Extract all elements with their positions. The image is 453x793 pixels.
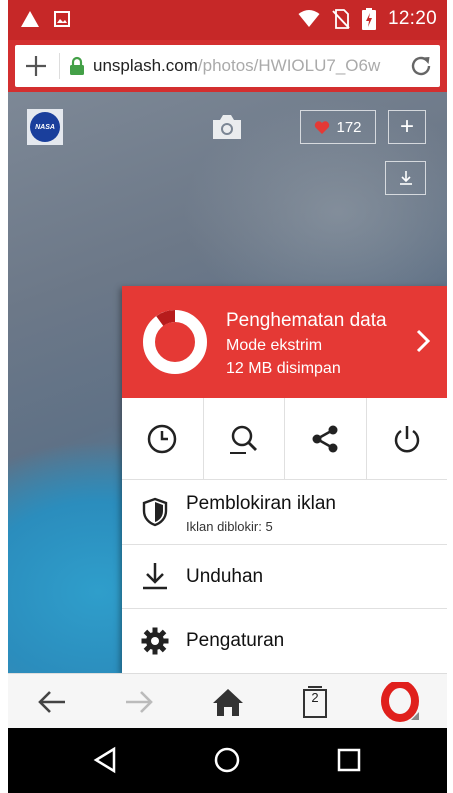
url-field[interactable]: unsplash.com/photos/HWIOLU7_O6w (93, 56, 388, 76)
data-saver-amount: 12 MB disimpan (226, 360, 341, 377)
address-divider (59, 53, 60, 79)
like-button[interactable]: 172 (300, 110, 376, 144)
battery-charging-icon (361, 8, 376, 30)
phone-screen: 12:20 unsplash.com/photos/HWIOLU7_O6w NA… (8, 0, 447, 793)
nav-home-icon[interactable] (211, 744, 243, 776)
image-icon (54, 11, 70, 27)
menu-item-settings[interactable]: Pengaturan (122, 609, 447, 673)
menu-item-label: Unduhan (186, 566, 264, 587)
menu-item-ad-blocking[interactable]: Pemblokiran iklan Iklan diblokir: 5 (122, 480, 447, 545)
home-button[interactable] (208, 682, 248, 722)
url-host: unsplash.com (93, 56, 198, 75)
history-icon (148, 424, 177, 453)
nav-back-icon[interactable] (90, 744, 122, 776)
exit-button[interactable] (367, 398, 448, 479)
no-sim-icon (332, 9, 350, 29)
download-icon (143, 563, 167, 590)
menu-item-subtitle: Iklan diblokir: 5 (186, 519, 273, 534)
data-saver-title: Penghematan data (226, 310, 387, 331)
new-tab-plus-icon[interactable] (21, 51, 51, 81)
tab-count: 2 (311, 690, 319, 705)
download-icon (399, 171, 412, 185)
quick-actions-row (122, 398, 447, 480)
menu-item-label: Pengaturan (186, 630, 285, 651)
clock: 12:20 (387, 8, 437, 29)
address-bar[interactable]: unsplash.com/photos/HWIOLU7_O6w (15, 45, 440, 87)
opera-logo-icon (381, 682, 419, 722)
opera-menu: Penghematan data Mode ekstrim 12 MB disi… (122, 286, 447, 673)
photographer-avatar[interactable]: NASA (27, 109, 63, 145)
warning-icon (21, 11, 39, 27)
url-path: /photos/HWIOLU7_O6w (197, 56, 381, 75)
browser-toolbar: 2 (8, 673, 447, 728)
status-bar: 12:20 (8, 0, 447, 40)
wifi-icon (298, 10, 320, 27)
find-in-page-button[interactable] (204, 398, 285, 479)
find-in-page-icon (229, 425, 257, 454)
settings-icon (141, 627, 169, 655)
heart-icon (315, 120, 330, 134)
photo-download-button[interactable] (385, 161, 426, 195)
arrow-right-icon (126, 691, 153, 713)
add-to-collection-label: + (399, 113, 414, 140)
back-button[interactable] (32, 682, 72, 722)
menu-item-downloads[interactable]: Unduhan (122, 545, 447, 609)
system-navigation-bar (8, 728, 447, 793)
shield-icon (142, 497, 168, 527)
menu-item-label: Pemblokiran iklan (186, 493, 336, 514)
lock-icon[interactable] (69, 56, 85, 76)
data-saver-mode: Mode ekstrim (226, 337, 323, 354)
home-icon (213, 689, 243, 716)
tabs-button[interactable]: 2 (295, 682, 335, 722)
like-count: 172 (336, 118, 362, 136)
reload-icon[interactable] (408, 53, 434, 79)
forward-button[interactable] (119, 682, 159, 722)
address-bar-container: unsplash.com/photos/HWIOLU7_O6w (8, 40, 447, 92)
arrow-left-icon (38, 691, 65, 713)
nasa-logo-icon: NASA (30, 112, 60, 142)
data-savings-ring (143, 310, 207, 374)
history-button[interactable] (122, 398, 204, 479)
chevron-right-icon[interactable] (413, 328, 433, 354)
nav-recents-icon[interactable] (333, 744, 365, 776)
share-button[interactable] (285, 398, 367, 479)
data-saver-panel[interactable]: Penghematan data Mode ekstrim 12 MB disi… (122, 286, 447, 398)
camera-icon[interactable] (210, 112, 244, 142)
opera-menu-button[interactable] (381, 682, 421, 722)
share-icon (312, 425, 338, 452)
add-to-collection-button[interactable]: + (388, 110, 426, 144)
power-icon (394, 425, 419, 452)
